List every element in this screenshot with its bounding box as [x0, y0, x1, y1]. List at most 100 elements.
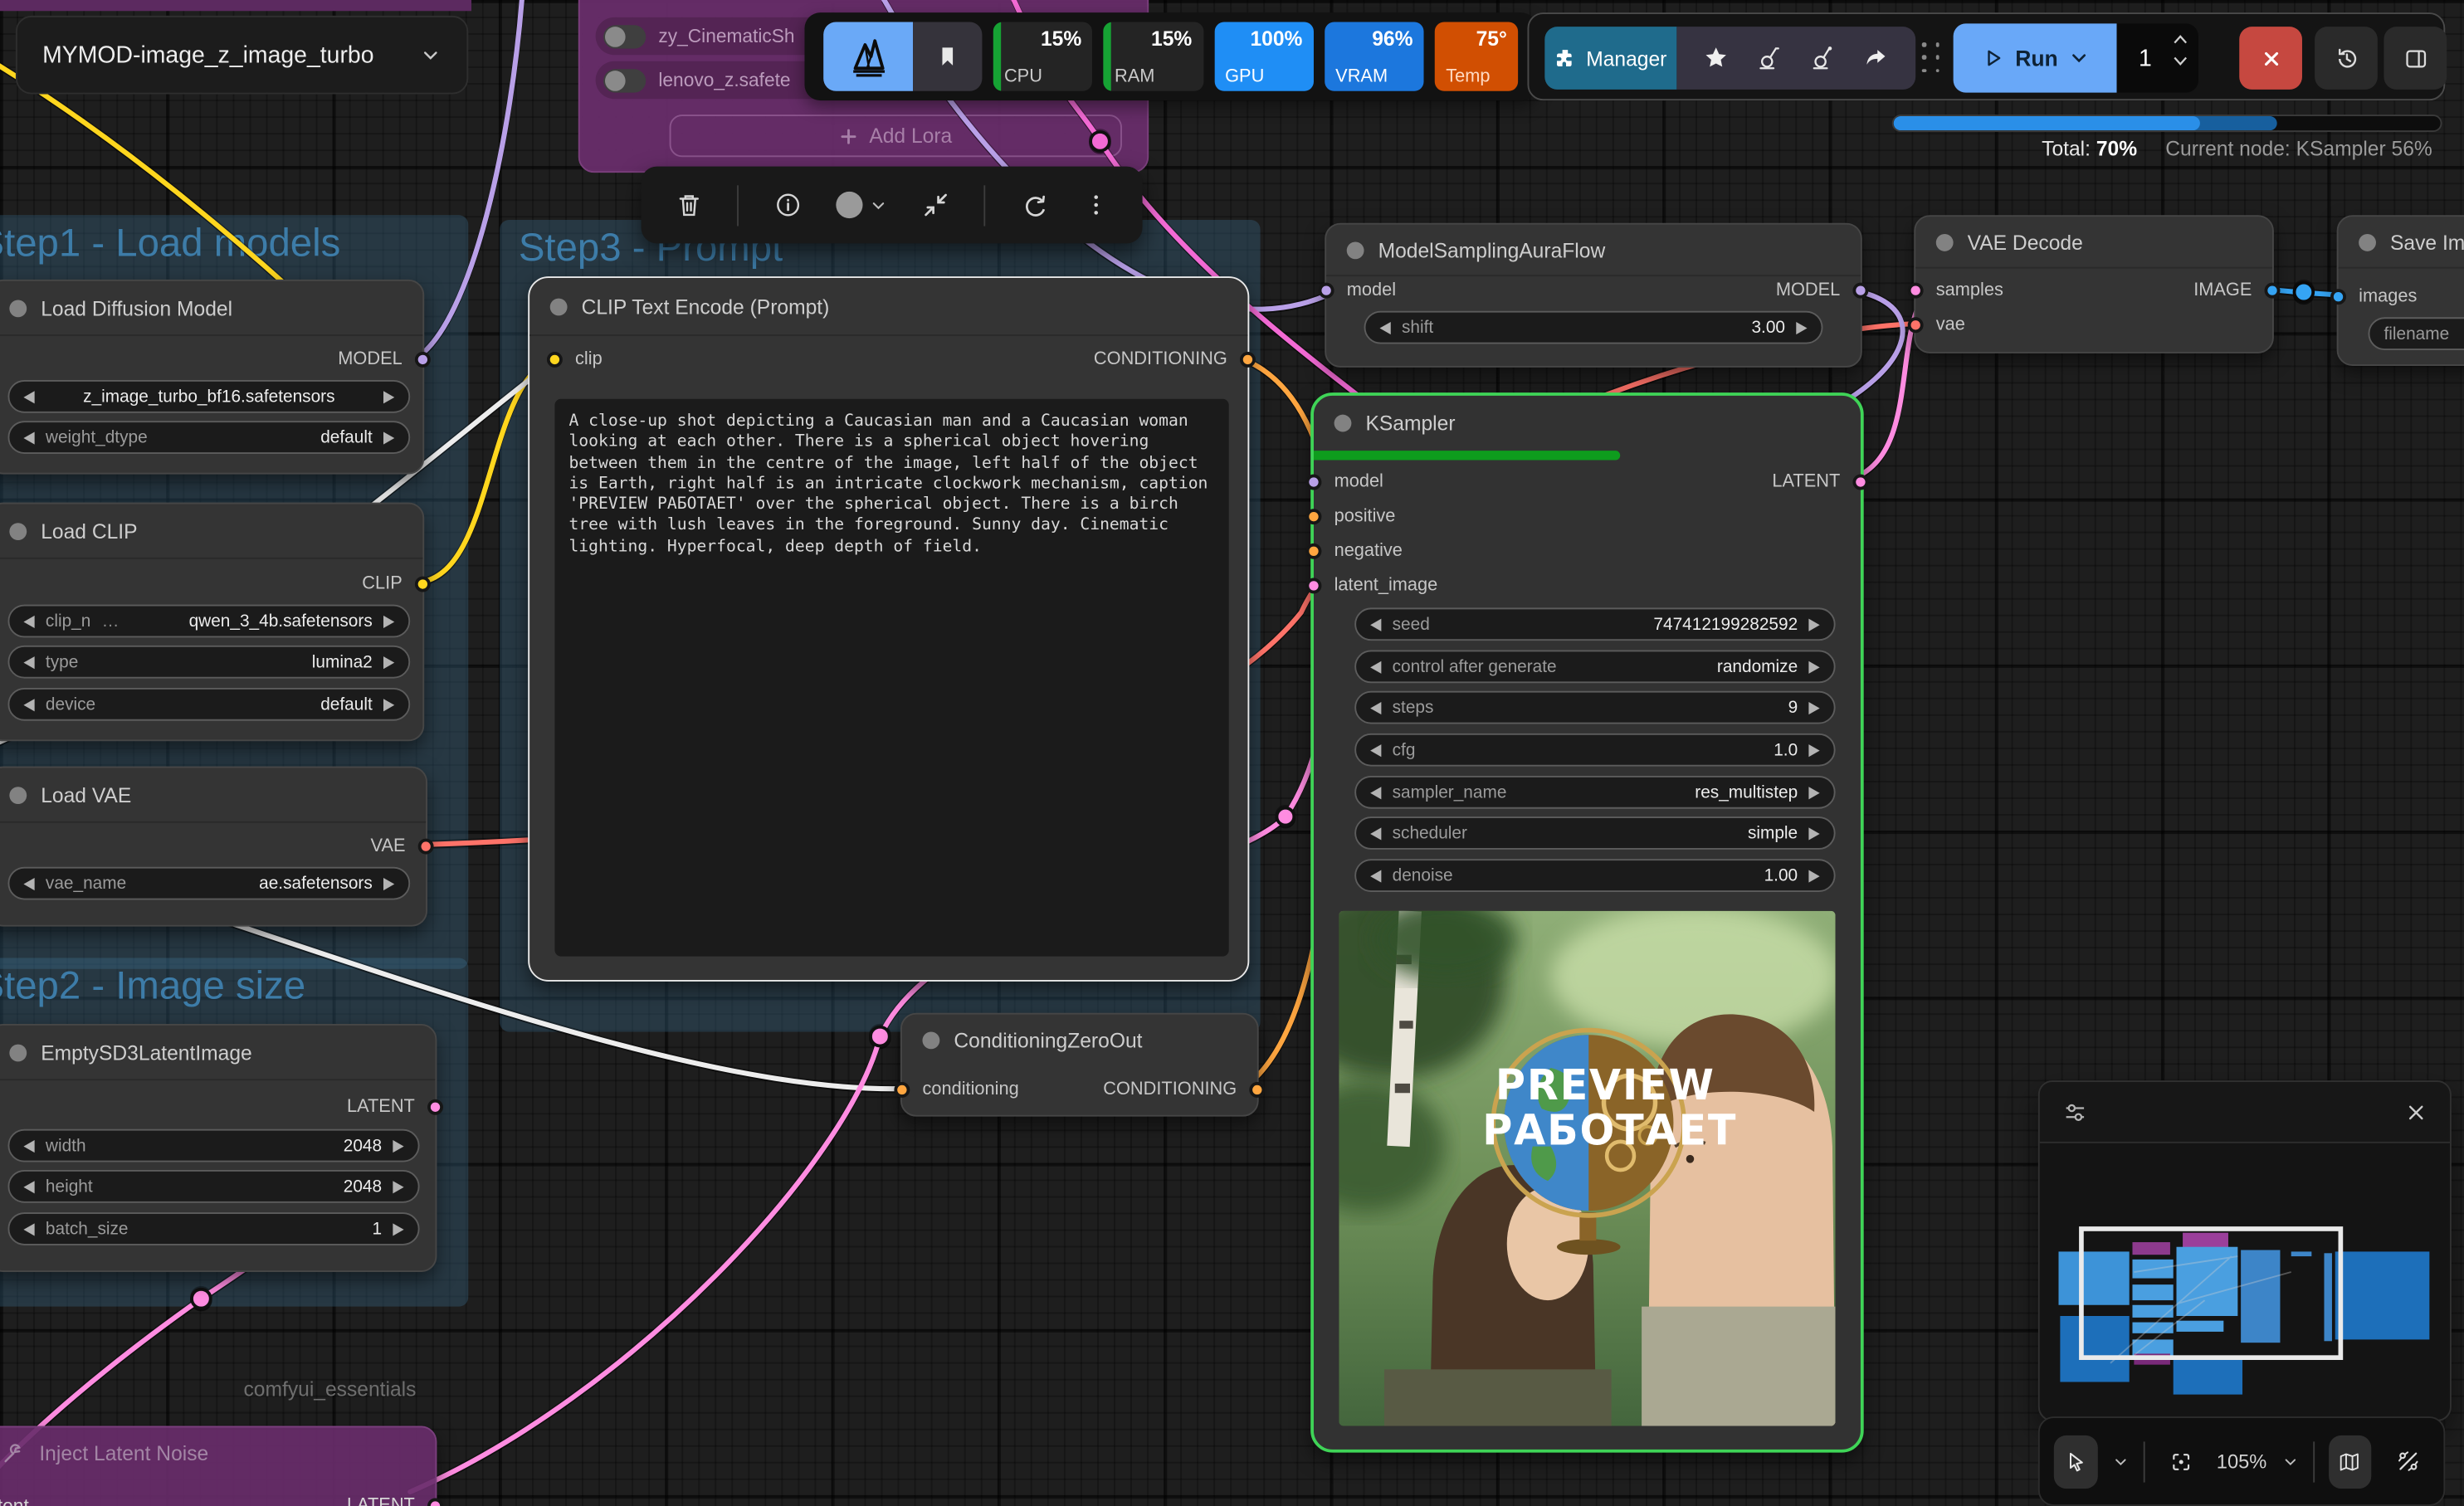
decrement-chevron-icon[interactable]	[2172, 55, 2189, 67]
bookmark-button[interactable]	[913, 22, 982, 90]
history-button[interactable]	[2315, 27, 2378, 90]
zoom-chevron-icon[interactable]	[2281, 1452, 2298, 1471]
widget-shift[interactable]: shift 3.00	[1364, 311, 1823, 344]
minimap-toggle-button[interactable]	[2328, 1435, 2372, 1488]
node-header[interactable]: Load VAE	[0, 768, 426, 822]
input-slot-latent-image[interactable]	[1305, 578, 1321, 593]
widget-denoise[interactable]: denoise 1.00	[1354, 859, 1835, 892]
input-slot-samples[interactable]	[1908, 283, 1924, 299]
increment-arrow[interactable]	[393, 1222, 403, 1235]
decrement-arrow[interactable]	[1370, 870, 1381, 882]
output-slot-conditioning[interactable]	[1249, 1082, 1265, 1098]
decrement-arrow[interactable]	[1370, 701, 1381, 714]
input-slot-vae[interactable]	[1908, 317, 1924, 333]
minimap-canvas[interactable]	[2040, 1143, 2450, 1420]
node-graph-canvas[interactable]: Step1 - Load models Step2 - Image size S…	[0, 0, 2464, 1506]
tool-chevron-icon[interactable]	[2111, 1452, 2129, 1471]
collapse-node-button[interactable]	[921, 190, 951, 220]
more-options-button[interactable]	[1082, 192, 1109, 218]
node-conditioning-zero-out[interactable]: ConditioningZeroOut conditioning CONDITI…	[900, 1013, 1259, 1117]
node-empty-sd3-latent[interactable]: EmptySD3LatentImage LATENT width 2048 he…	[0, 1024, 437, 1272]
node-load-diffusion-model[interactable]: Load Diffusion Model MODEL z_image_turbo…	[0, 280, 424, 475]
node-header[interactable]: KSampler	[1314, 396, 1861, 451]
widget-weight-dtype[interactable]: weight_dtype default	[7, 421, 410, 454]
comfy-logo-button[interactable]	[823, 22, 913, 90]
input-slot-model[interactable]	[1305, 475, 1321, 490]
decrement-arrow[interactable]	[23, 390, 34, 402]
increment-arrow[interactable]	[383, 390, 394, 402]
toolbar-drag-handle[interactable]	[1922, 42, 1944, 77]
input-slot-model[interactable]	[1319, 283, 1334, 299]
minimap-panel[interactable]	[2038, 1080, 2452, 1421]
increment-arrow[interactable]	[383, 431, 394, 444]
widget-height[interactable]: height 2048	[7, 1170, 419, 1203]
widget-clip-name[interactable]: clip_n … qwen_3_4b.safetensors	[7, 605, 410, 638]
manager-button[interactable]: Manager	[1544, 27, 1676, 90]
output-slot-clip[interactable]	[415, 577, 431, 592]
vacuum-alt-icon[interactable]	[1808, 44, 1837, 72]
decrement-arrow[interactable]	[1370, 786, 1381, 798]
delete-node-button[interactable]	[675, 190, 705, 220]
minimap-viewport[interactable]	[2079, 1226, 2343, 1360]
node-ksampler[interactable]: KSampler model LATENT positive negative …	[1310, 392, 1864, 1453]
input-slot-negative[interactable]	[1305, 543, 1321, 559]
star-icon[interactable]	[1702, 44, 1730, 72]
input-slot-clip[interactable]	[547, 352, 563, 368]
widget-unet-name[interactable]: z_image_turbo_bf16.safetensors	[7, 380, 410, 413]
decrement-arrow[interactable]	[1370, 743, 1381, 756]
rerun-node-button[interactable]	[1019, 190, 1049, 220]
output-slot-model[interactable]	[415, 352, 431, 368]
node-header[interactable]: Load CLIP	[0, 504, 422, 559]
widget-sampler-name[interactable]: sampler_name res_multistep	[1354, 776, 1835, 809]
zoom-level-value[interactable]: 105%	[2217, 1450, 2267, 1472]
pointer-tool-button[interactable]	[2054, 1435, 2098, 1488]
batch-count-input[interactable]: 1	[2117, 23, 2198, 92]
output-slot-image[interactable]	[2265, 283, 2281, 299]
node-header[interactable]: Inject Latent Noise	[0, 1427, 435, 1478]
fit-view-button[interactable]	[2159, 1435, 2203, 1488]
share-arrow-icon[interactable]	[1862, 44, 1891, 72]
decrement-arrow[interactable]	[23, 1180, 34, 1192]
node-load-vae[interactable]: Load VAE VAE vae_name ae.safetensors	[0, 767, 427, 927]
toggle-links-button[interactable]	[2386, 1435, 2430, 1488]
node-header[interactable]: ModelSamplingAuraFlow	[1326, 225, 1861, 276]
increment-arrow[interactable]	[383, 698, 394, 710]
increment-arrow[interactable]	[393, 1139, 403, 1152]
minimap-close-icon[interactable]	[2404, 1100, 2427, 1123]
increment-arrow[interactable]	[1808, 786, 1819, 798]
increment-arrow[interactable]	[383, 615, 394, 627]
widget-scheduler[interactable]: scheduler simple	[1354, 816, 1835, 850]
widget-filename[interactable]: filename	[2369, 317, 2464, 350]
input-slot-positive[interactable]	[1305, 509, 1321, 524]
widget-steps[interactable]: steps 9	[1354, 691, 1835, 724]
output-slot-vae[interactable]	[418, 839, 434, 855]
widget-type[interactable]: type lumina2	[7, 646, 410, 679]
node-color-picker[interactable]	[836, 192, 887, 218]
node-header[interactable]: EmptySD3LatentImage	[0, 1026, 435, 1080]
lora-toggle[interactable]	[603, 24, 646, 47]
node-clip-text-encode[interactable]: CLIP Text Encode (Prompt) clip CONDITION…	[528, 276, 1249, 982]
node-inject-latent-noise[interactable]: Inject Latent Noise latent LATENT	[0, 1426, 437, 1506]
lora-toggle[interactable]	[603, 68, 646, 91]
increment-arrow[interactable]	[1808, 618, 1819, 631]
cancel-run-button[interactable]	[2239, 27, 2302, 90]
decrement-arrow[interactable]	[23, 656, 34, 668]
increment-arrow[interactable]	[393, 1180, 403, 1192]
widget-width[interactable]: width 2048	[7, 1129, 419, 1162]
run-button[interactable]: Run	[1954, 23, 2117, 92]
node-header[interactable]: CLIP Text Encode (Prompt)	[529, 278, 1247, 336]
widget-device[interactable]: device default	[7, 688, 410, 721]
increment-arrow[interactable]	[1808, 870, 1819, 882]
widget-control-after-generate[interactable]: control after generate randomize	[1354, 651, 1835, 684]
output-slot-conditioning[interactable]	[1240, 352, 1256, 368]
increment-arrow[interactable]	[1808, 743, 1819, 756]
increment-chevron-icon[interactable]	[2172, 33, 2189, 46]
sidebar-toggle-button[interactable]	[2383, 27, 2447, 90]
increment-arrow[interactable]	[1808, 826, 1819, 839]
increment-arrow[interactable]	[1808, 701, 1819, 714]
run-options-chevron-icon[interactable]	[2067, 47, 2090, 69]
prompt-textarea[interactable]: A close-up shot depicting a Caucasian ma…	[554, 399, 1228, 957]
node-model-sampling-auraflow[interactable]: ModelSamplingAuraFlow model MODEL shift …	[1325, 223, 1862, 368]
widget-vae-name[interactable]: vae_name ae.safetensors	[7, 867, 410, 900]
input-slot-images[interactable]	[2330, 289, 2346, 305]
